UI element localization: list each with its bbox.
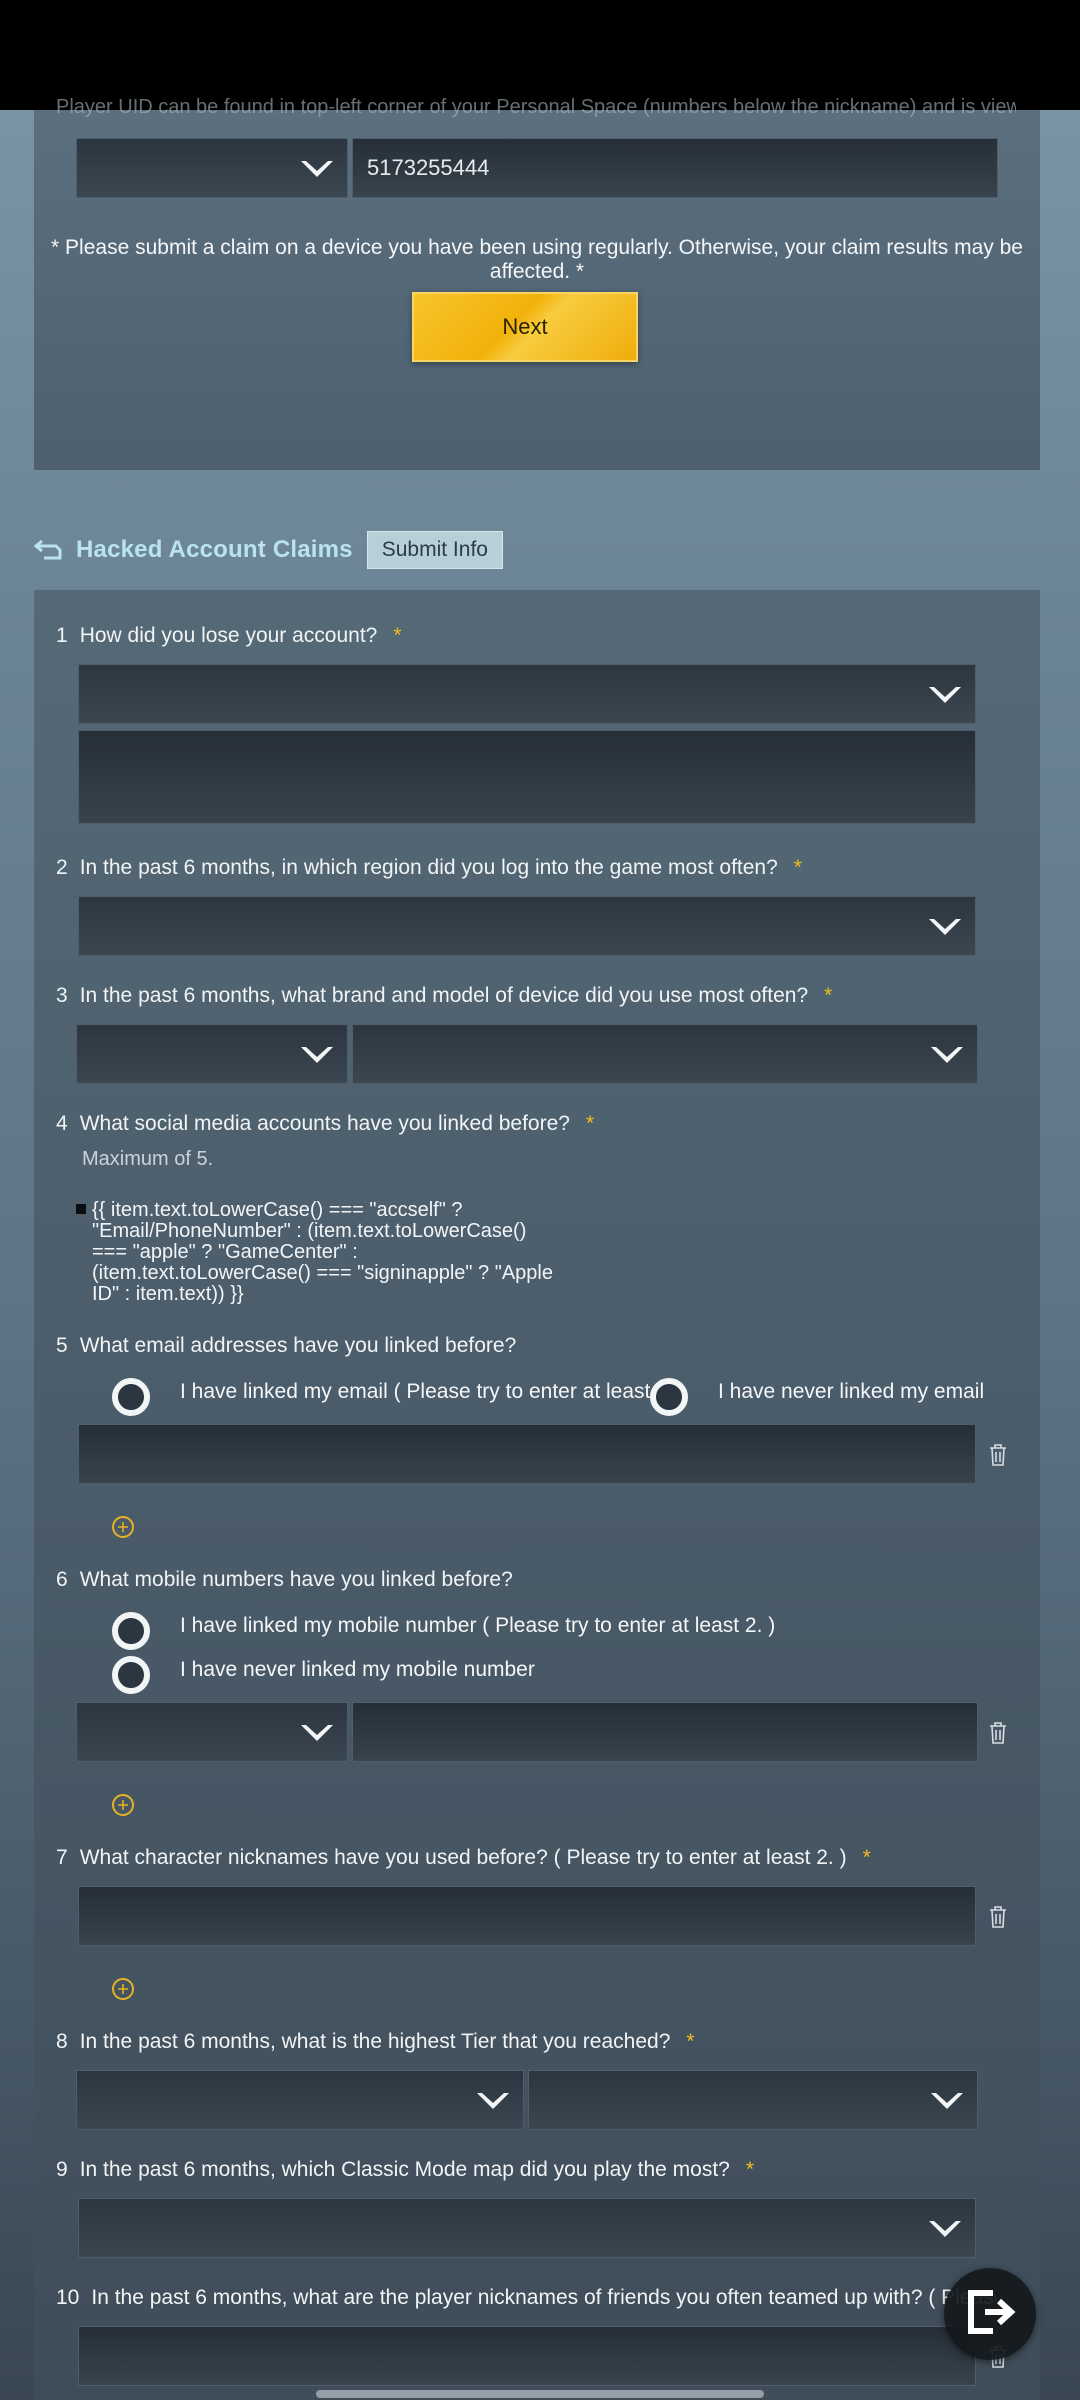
exit-button[interactable] (944, 2268, 1036, 2360)
tier-level-dropdown[interactable] (528, 2070, 978, 2130)
question-4: 4 What social media accounts have you lin… (56, 1112, 595, 1135)
radio-circle-icon (112, 1612, 150, 1650)
claim-notice: * Please submit a claim on a device you … (51, 236, 1023, 283)
mobile-linked-radio[interactable]: I have linked my mobile number ( Please … (112, 1612, 775, 1650)
chevron-down-icon (929, 2083, 965, 2119)
question-4-subtext: Maximum of 5. (82, 1148, 214, 1170)
chevron-down-icon (927, 909, 963, 945)
chevron-down-icon (299, 1037, 335, 1073)
uid-input[interactable]: 5173255444 (352, 138, 998, 198)
exit-icon (963, 2287, 1017, 2342)
social-account-checkbox-item[interactable]: {{ item.text.toLowerCase() === "accself"… (76, 1200, 556, 1305)
question-9: 9 In the past 6 months, which Classic Mod… (56, 2158, 755, 2181)
tier-dropdown[interactable] (76, 2070, 524, 2130)
friend-nickname-input[interactable] (78, 2326, 976, 2386)
trash-icon[interactable] (988, 1905, 1008, 1929)
chevron-down-icon (929, 1037, 965, 1073)
login-region-dropdown[interactable] (78, 896, 976, 956)
email-linked-radio[interactable]: I have linked my email ( Please try to e… (112, 1378, 687, 1416)
question-3: 3 In the past 6 months, what brand and mo… (56, 984, 833, 1007)
country-code-dropdown[interactable] (76, 1702, 348, 1762)
question-5: 5 What email addresses have you linked be… (56, 1334, 517, 1357)
next-button[interactable]: Next (412, 292, 638, 362)
question-6: 6 What mobile numbers have you linked bef… (56, 1568, 513, 1591)
lose-account-dropdown[interactable] (78, 664, 976, 724)
radio-circle-icon (112, 1378, 150, 1416)
question-7: 7 What character nicknames have you used … (56, 1846, 871, 1869)
horizontal-scrollbar[interactable] (316, 2390, 764, 2398)
submit-info-button[interactable]: Submit Info (366, 531, 503, 569)
email-input[interactable] (78, 1424, 976, 1484)
question-2: 2 In the past 6 months, in which region d… (56, 856, 802, 879)
section-header: Hacked Account Claims Submit Info (33, 530, 503, 570)
section-title: Hacked Account Claims (76, 536, 353, 563)
question-8: 8 In the past 6 months, what is the highe… (56, 2030, 695, 2053)
uid-panel: Player UID can be found in top-left corn… (34, 96, 1040, 470)
device-brand-dropdown[interactable] (76, 1024, 348, 1084)
uid-region-dropdown[interactable] (76, 138, 348, 198)
question-1: 1 How did you lose your account? * (56, 624, 402, 647)
chevron-down-icon (299, 151, 335, 187)
plus-circle-icon[interactable] (112, 1978, 134, 2000)
trash-icon[interactable] (988, 1721, 1008, 1745)
radio-circle-icon (112, 1656, 150, 1694)
question-10: 10 In the past 6 months, what are the pla… (56, 2286, 996, 2309)
character-nickname-input[interactable] (78, 1886, 976, 1946)
radio-circle-icon (650, 1378, 688, 1416)
mobile-never-radio[interactable]: I have never linked my mobile number (112, 1656, 535, 1694)
mobile-number-input[interactable] (352, 1702, 978, 1762)
social-account-template-text: {{ item.text.toLowerCase() === "accself"… (92, 1199, 553, 1305)
plus-circle-icon[interactable] (112, 1794, 134, 1816)
checkbox-icon (76, 1204, 86, 1214)
plus-circle-icon[interactable] (112, 1516, 134, 1538)
uid-instruction-text: Player UID can be found in top-left corn… (56, 96, 1016, 118)
chevron-down-icon (299, 1715, 335, 1751)
email-never-radio[interactable]: I have never linked my email (650, 1378, 984, 1416)
back-arrow-icon[interactable] (33, 538, 64, 562)
lose-account-details-textarea[interactable] (78, 730, 976, 824)
chevron-down-icon (927, 2211, 963, 2247)
classic-map-dropdown[interactable] (78, 2198, 976, 2258)
status-bar (0, 0, 1080, 110)
trash-icon[interactable] (988, 1443, 1008, 1467)
device-model-dropdown[interactable] (352, 1024, 978, 1084)
chevron-down-icon (927, 677, 963, 713)
chevron-down-icon (475, 2083, 511, 2119)
